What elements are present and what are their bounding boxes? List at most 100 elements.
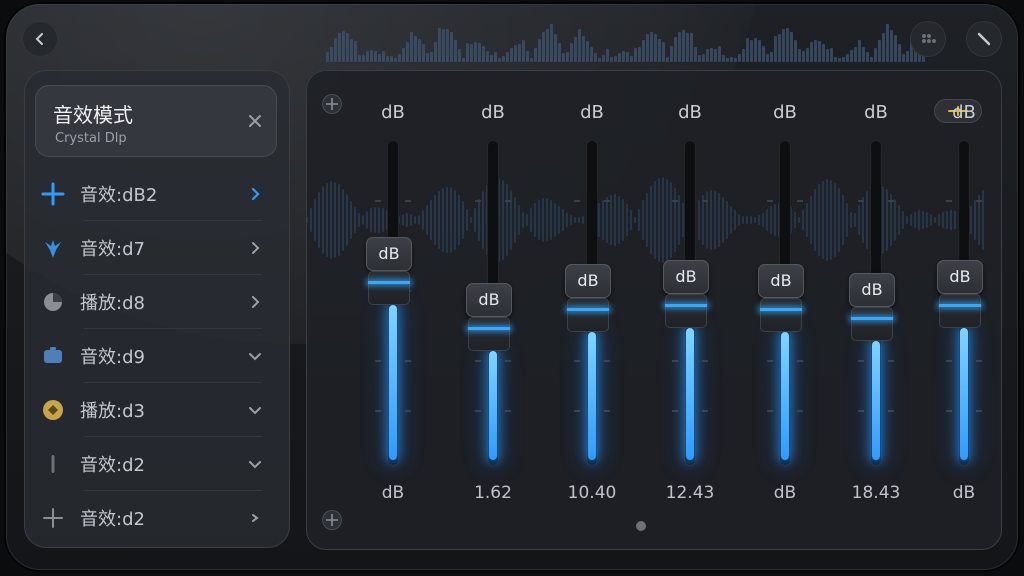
wave-bar	[458, 48, 461, 62]
scale-tick	[976, 360, 982, 362]
wave-bar	[614, 56, 617, 62]
wave-bar	[654, 33, 657, 62]
eq-band: dB dB 10.40	[562, 70, 622, 550]
close-icon[interactable]	[245, 111, 265, 131]
edit-button[interactable]	[966, 21, 1002, 57]
target-icon[interactable]	[322, 510, 342, 530]
scale-tick	[702, 360, 708, 362]
wave-bar	[334, 38, 337, 62]
menu-item-7[interactable]: 音效:d2	[40, 492, 276, 544]
menu-item-5[interactable]: 播放:d3	[40, 384, 276, 436]
menu-item-2[interactable]: 音效:d7	[40, 222, 276, 274]
scale-tick	[475, 410, 481, 412]
chevron-down-icon	[249, 407, 261, 415]
wave-bar	[582, 36, 585, 62]
knob-indicator	[939, 304, 981, 308]
scale-tick	[797, 200, 803, 202]
scale-tick	[604, 360, 610, 362]
wave-bar	[414, 36, 417, 62]
menu-item-3[interactable]: 播放:d8	[40, 276, 276, 328]
knob-label: dB	[366, 237, 412, 272]
slider-fill	[588, 331, 596, 460]
wave-bar	[706, 49, 709, 62]
wave-bar	[398, 53, 401, 62]
wave-bar	[810, 42, 813, 62]
wave-bar	[370, 49, 373, 62]
scale-tick	[946, 410, 952, 412]
wave-bar	[346, 33, 349, 62]
mode-card[interactable]: 音效模式 Crystal Dlp	[35, 85, 277, 157]
dots-grid-icon	[922, 34, 936, 43]
divider	[84, 220, 262, 221]
pie-icon	[40, 289, 66, 315]
cross-plus-icon	[40, 181, 66, 207]
wave-bar	[366, 50, 369, 62]
wave-bar	[558, 205, 560, 235]
chevron-right-icon	[251, 187, 260, 201]
scale-tick	[672, 360, 678, 362]
wave-bar	[526, 50, 529, 62]
eq-band: dB dB dB	[934, 70, 994, 550]
menu-item-1[interactable]: 音效:dB2	[40, 168, 276, 220]
chevron-right-icon	[252, 296, 260, 308]
wave-bar	[834, 182, 836, 258]
page-indicator[interactable]	[636, 521, 646, 531]
wave-bar	[914, 211, 916, 229]
menu-item-4[interactable]: 音效:d9	[40, 330, 276, 382]
slider-knob[interactable]: dB	[366, 237, 414, 306]
knob-base	[939, 294, 981, 329]
wave-bar	[562, 53, 565, 62]
menu-item-6[interactable]: 音效:d2	[40, 438, 276, 490]
wave-bar	[822, 44, 825, 62]
wave-bar	[926, 211, 928, 229]
menu-button[interactable]	[910, 21, 946, 57]
slider-knob[interactable]: dB	[849, 273, 897, 342]
eq-band: dB dB 12.43	[660, 70, 720, 550]
band-unit-label: dB	[952, 102, 976, 123]
wave-bar	[742, 48, 745, 62]
slider-fill	[489, 351, 497, 460]
scale-tick	[888, 410, 894, 412]
wave-bar	[730, 56, 733, 62]
wave-bar	[618, 53, 621, 62]
wave-bar	[758, 40, 761, 62]
wave-bar	[662, 42, 665, 62]
wave-bar	[534, 48, 537, 62]
back-button[interactable]	[22, 21, 58, 57]
wave-bar	[470, 43, 473, 62]
wave-bar	[418, 38, 421, 62]
divider	[84, 382, 262, 383]
wave-bar	[682, 30, 685, 62]
menu-item-label: 音效:dB2	[80, 185, 158, 206]
wave-bar	[486, 50, 489, 62]
slider-knob[interactable]: dB	[565, 263, 613, 332]
wave-bar	[458, 194, 460, 246]
device-frame: 音效模式 Crystal Dlp 音效:dB2 音效:d7 播放:d8 音效:d…	[6, 4, 1018, 570]
wave-bar	[750, 215, 752, 225]
slider-knob[interactable]: dB	[937, 260, 985, 329]
target-icon[interactable]	[322, 94, 342, 114]
wave-bar	[442, 188, 444, 252]
wave-bar	[406, 42, 409, 62]
wave-bar	[906, 51, 909, 62]
knob-base	[665, 294, 707, 329]
slider-fill	[781, 331, 789, 460]
wave-bar	[786, 28, 789, 62]
knob-base	[851, 307, 893, 342]
wave-bar	[650, 32, 653, 62]
scale-tick	[767, 410, 773, 412]
wave-bar	[842, 57, 845, 62]
wave-bar	[930, 214, 932, 226]
wave-bar	[802, 50, 805, 62]
wave-bar	[546, 198, 548, 242]
wave-bar	[570, 43, 573, 62]
wave-bar	[826, 179, 828, 261]
band-value-label: dB	[381, 483, 405, 503]
slider-knob[interactable]: dB	[758, 263, 806, 332]
wave-bar	[866, 51, 869, 62]
wave-bar	[790, 32, 793, 62]
slider-knob[interactable]: dB	[663, 260, 711, 329]
wave-bar	[342, 30, 345, 62]
eq-band: dB dB dB	[755, 70, 815, 550]
slider-knob[interactable]: dB	[466, 283, 514, 352]
